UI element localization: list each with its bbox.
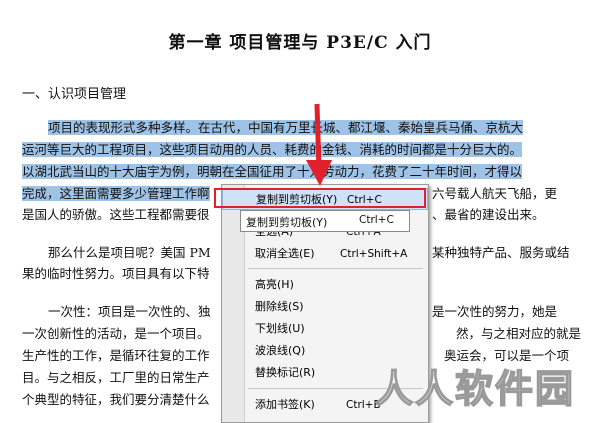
watermark: 人人软件园 — [374, 366, 576, 412]
